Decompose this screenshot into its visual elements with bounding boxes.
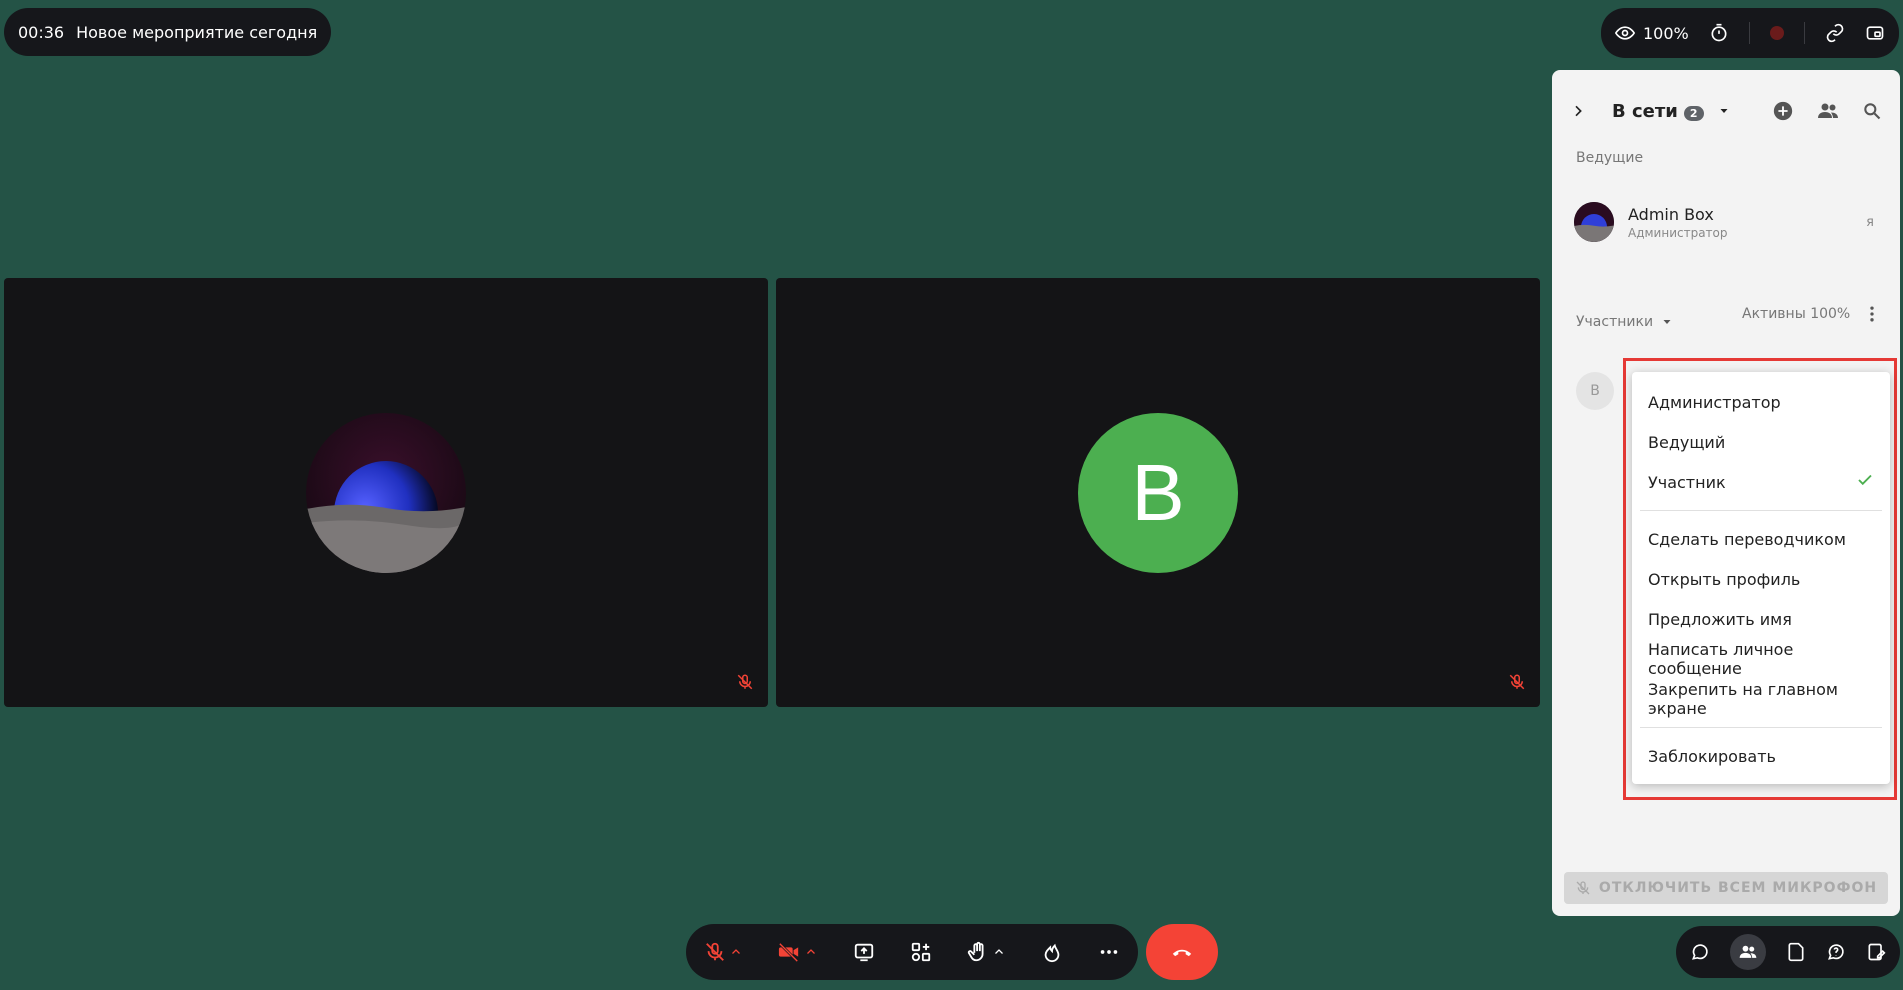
meeting-timer: 00:36 bbox=[18, 22, 65, 42]
call-controls bbox=[686, 924, 1138, 980]
mic-muted-icon bbox=[1508, 673, 1526, 695]
menu-divider bbox=[1640, 727, 1882, 728]
panel-header: В сети 2 bbox=[1552, 88, 1900, 134]
menu-item-make-translator[interactable]: Сделать переводчиком bbox=[1632, 519, 1890, 559]
mute-all-button[interactable]: ОТКЛЮЧИТЬ ВСЕМ МИКРОФОН bbox=[1564, 872, 1888, 904]
hang-up-icon bbox=[1171, 941, 1193, 963]
people-icon[interactable] bbox=[1730, 934, 1766, 970]
panel-switcher bbox=[1676, 926, 1900, 978]
host-name: Admin Box bbox=[1628, 204, 1714, 224]
more-vert-icon[interactable] bbox=[1862, 304, 1882, 324]
mic-off-icon bbox=[1576, 881, 1590, 895]
chat-icon[interactable] bbox=[1690, 942, 1710, 962]
mic-muted-icon bbox=[736, 673, 754, 695]
menu-item-open-profile[interactable]: Открыть профиль bbox=[1632, 559, 1890, 599]
link-icon[interactable] bbox=[1825, 23, 1845, 43]
participant-context-menu: Администратор Ведущий Участник Сделать п… bbox=[1632, 372, 1890, 784]
divider bbox=[1803, 22, 1805, 44]
participant-b-avatar[interactable]: B bbox=[1576, 372, 1614, 410]
host-role: Администратор bbox=[1628, 225, 1728, 240]
host-list-item[interactable]: Admin Box Администратор я bbox=[1574, 200, 1884, 244]
chevron-up-icon[interactable] bbox=[993, 946, 1005, 958]
meeting-info: 00:36 Новое мероприятие сегодня bbox=[4, 8, 332, 56]
screen-share-icon[interactable] bbox=[853, 941, 875, 963]
participant-b-video-avatar: B bbox=[1078, 412, 1238, 573]
reaction-icon[interactable] bbox=[1041, 941, 1063, 963]
meeting-title: Новое мероприятие сегодня bbox=[76, 22, 318, 42]
apps-icon[interactable] bbox=[910, 941, 932, 963]
view-percent: 100% bbox=[1643, 23, 1689, 43]
participants-section-label[interactable]: Участники bbox=[1576, 314, 1673, 330]
menu-item-suggest-name[interactable]: Предложить имя bbox=[1632, 599, 1890, 639]
end-call-button[interactable] bbox=[1146, 924, 1218, 980]
participant-tile-admin[interactable] bbox=[4, 278, 768, 707]
divider bbox=[1748, 22, 1750, 44]
chevron-down-icon bbox=[1720, 108, 1728, 113]
check-icon bbox=[1856, 471, 1874, 493]
mic-off-icon[interactable] bbox=[704, 941, 726, 963]
active-percent-label: Активны 100% bbox=[1742, 306, 1851, 322]
avatar bbox=[1574, 202, 1614, 242]
menu-divider bbox=[1640, 510, 1882, 511]
menu-item-admin[interactable]: Администратор bbox=[1632, 382, 1890, 422]
menu-item-pin[interactable]: Закрепить на главном экране bbox=[1632, 679, 1890, 719]
document-icon[interactable] bbox=[1786, 942, 1806, 962]
record-icon[interactable] bbox=[1769, 26, 1784, 40]
eye-icon bbox=[1615, 23, 1635, 43]
timer-icon[interactable] bbox=[1709, 23, 1729, 43]
participant-tile-b[interactable]: B bbox=[776, 278, 1540, 707]
people-icon[interactable] bbox=[1816, 99, 1840, 123]
picture-in-picture-icon[interactable] bbox=[1865, 23, 1885, 43]
hosts-section-label: Ведущие bbox=[1576, 150, 1644, 166]
add-circle-icon[interactable] bbox=[1772, 100, 1794, 122]
chevron-down-icon bbox=[1663, 320, 1671, 324]
admin-video-avatar bbox=[306, 412, 466, 573]
view-stats[interactable]: 100% bbox=[1615, 23, 1689, 43]
me-label: я bbox=[1866, 214, 1874, 230]
menu-item-block[interactable]: Заблокировать bbox=[1632, 736, 1890, 776]
more-horiz-icon[interactable] bbox=[1098, 941, 1120, 963]
question-icon[interactable] bbox=[1826, 942, 1846, 962]
menu-item-host[interactable]: Ведущий bbox=[1632, 422, 1890, 462]
raise-hand-icon[interactable] bbox=[967, 941, 989, 963]
search-icon[interactable] bbox=[1862, 101, 1882, 121]
online-count-badge: 2 bbox=[1683, 105, 1704, 121]
menu-item-participant[interactable]: Участник bbox=[1632, 462, 1890, 502]
notes-icon[interactable] bbox=[1866, 942, 1886, 962]
camera-off-icon[interactable] bbox=[777, 941, 801, 963]
top-right-toolbar: 100% bbox=[1601, 8, 1899, 58]
menu-item-private-message[interactable]: Написать личное сообщение bbox=[1632, 639, 1890, 679]
chevron-up-icon[interactable] bbox=[805, 946, 817, 958]
panel-title[interactable]: В сети 2 bbox=[1612, 101, 1730, 122]
chevron-up-icon[interactable] bbox=[730, 946, 742, 958]
collapse-panel-icon[interactable] bbox=[1570, 103, 1586, 119]
